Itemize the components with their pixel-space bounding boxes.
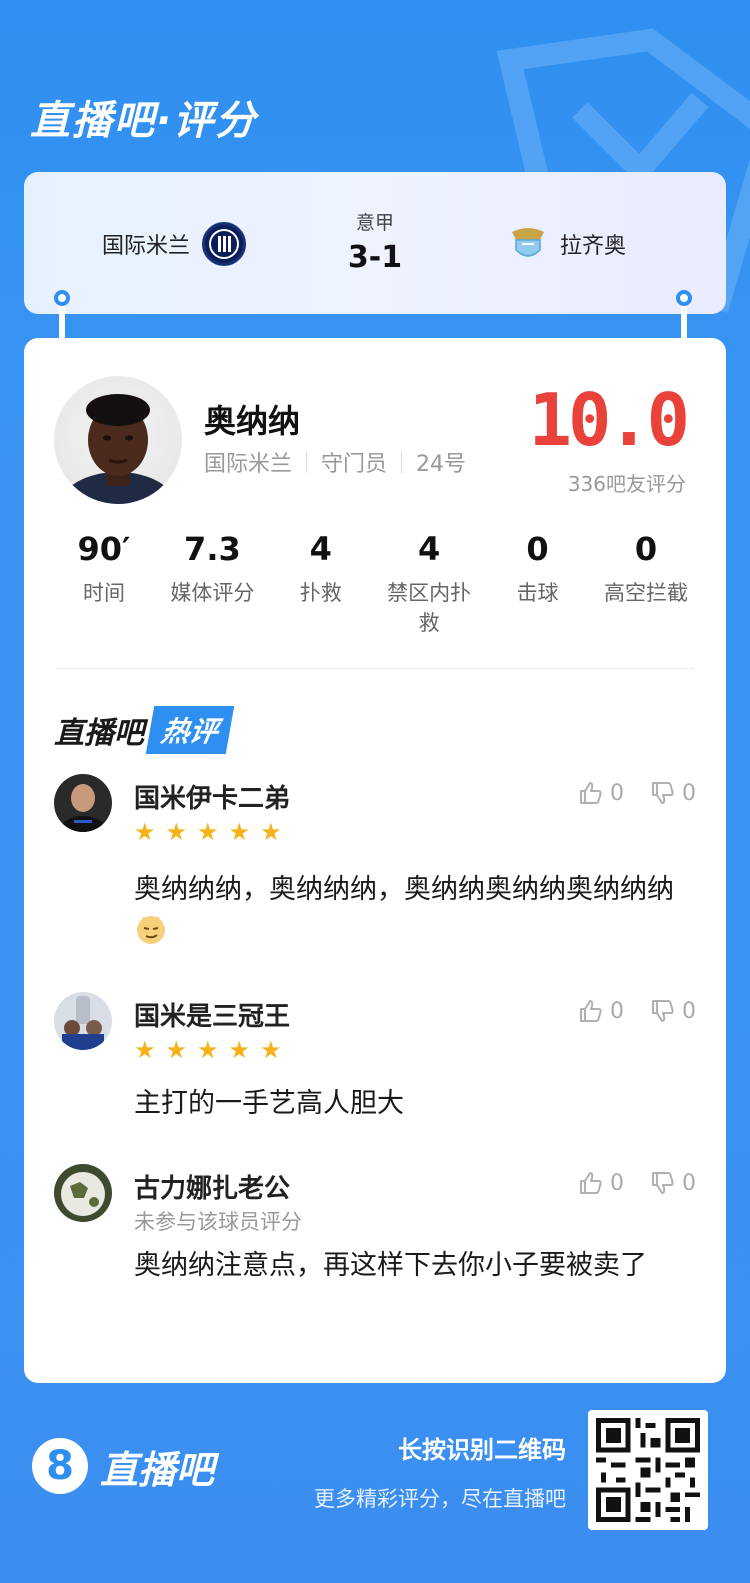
comment-actions: 0 0: [578, 998, 696, 1024]
player-rating: 10.0: [528, 378, 690, 462]
thumbs-down-icon: [652, 1172, 674, 1194]
hot-tag: 热评: [145, 706, 235, 754]
comment-text: 主打的一手艺高人胆大: [134, 1088, 404, 1119]
like-count: 0: [610, 1170, 624, 1196]
star-icon: ★: [260, 1036, 282, 1064]
qr-code-icon: [596, 1418, 700, 1522]
stat-time: 90′ 时间: [54, 530, 154, 638]
connector-dot: [676, 290, 692, 306]
stat-value: 4: [418, 530, 441, 568]
comment-actions: 0 0: [578, 780, 696, 806]
like-button[interactable]: 0: [578, 998, 624, 1024]
not-rated-note: 未参与该球员评分: [134, 1210, 302, 1234]
smirk-emoji-icon: [134, 912, 168, 960]
star-icon: ★: [197, 1036, 219, 1064]
logo-mark: 8: [32, 1438, 88, 1494]
thumbs-up-icon: [580, 1000, 602, 1022]
star-rating: ★ ★ ★ ★ ★: [134, 820, 282, 844]
brand-logo: 8 直播吧: [32, 1438, 214, 1494]
qr-code[interactable]: [588, 1410, 708, 1530]
cta-subtitle: 更多精彩评分，尽在直播吧: [314, 1487, 566, 1511]
lazio-badge-icon: [511, 228, 544, 257]
hot-comments-heading: 直播吧 热评: [54, 706, 235, 754]
thumbs-down-icon: [652, 1000, 674, 1022]
hot-brand: 直播吧: [54, 716, 144, 751]
like-button[interactable]: 0: [578, 780, 624, 806]
thumbs-up-icon: [580, 1172, 602, 1194]
comment-username[interactable]: 国米伊卡二弟: [134, 778, 290, 815]
stats-row: 90′ 时间 7.3 媒体评分 4 扑救 4 禁区内扑救 0 击球 0 高空拦截: [54, 530, 696, 638]
user-avatar[interactable]: [54, 774, 112, 832]
stat-value: 7.3: [184, 530, 241, 568]
away-team[interactable]: 拉齐奥: [508, 222, 626, 266]
connector-dot: [54, 290, 70, 306]
like-count: 0: [610, 780, 624, 806]
star-icon: ★: [197, 818, 219, 846]
comment-text: 奥纳纳纳，奥纳纳纳，奥纳纳奥纳纳奥纳纳纳: [134, 868, 694, 960]
star-rating: ★ ★ ★ ★ ★: [134, 1038, 282, 1062]
stat-high-claims: 0 高空拦截: [596, 530, 696, 638]
dislike-count: 0: [682, 1170, 696, 1196]
star-icon: ★: [134, 1036, 156, 1064]
stat-punches: 0 击球: [488, 530, 588, 638]
stat-label: 媒体评分: [170, 581, 255, 605]
star-icon: ★: [134, 818, 156, 846]
player-position: 守门员: [321, 452, 388, 477]
qr-cta: 长按识别二维码 更多精彩评分，尽在直播吧: [314, 1430, 566, 1513]
like-button[interactable]: 0: [578, 1170, 624, 1196]
comment-username[interactable]: 国米是三冠王: [134, 996, 290, 1033]
star-icon: ★: [260, 818, 282, 846]
dislike-count: 0: [682, 780, 696, 806]
stat-value: 0: [634, 530, 658, 568]
dislike-count: 0: [682, 998, 696, 1024]
stat-value: 4: [309, 530, 332, 568]
stat-box-saves: 4 禁区内扑救: [379, 530, 479, 638]
rating-count: 336吧友评分: [567, 472, 686, 496]
user-avatar[interactable]: [54, 1164, 112, 1222]
user-avatar[interactable]: [54, 992, 112, 1050]
player-team: 国际米兰: [204, 452, 293, 477]
comment-text-content: 奥纳纳纳，奥纳纳纳，奥纳纳奥纳纳奥纳纳纳: [134, 874, 674, 905]
player-meta: 国际米兰 守门员 24号: [204, 446, 466, 478]
comment-item: 国米伊卡二弟 ★ ★ ★ ★ ★ 奥纳纳纳，奥纳纳纳，奥纳纳奥纳纳奥纳纳纳 0 …: [54, 774, 696, 954]
star-icon: ★: [165, 818, 188, 846]
meta-divider: [401, 451, 403, 473]
logo-text: 直播吧: [100, 1447, 215, 1492]
comment-text: 奥纳纳注意点，再这样下去你小子要被卖了: [134, 1250, 647, 1281]
stat-saves: 4 扑救: [271, 530, 371, 638]
stat-label: 高空拦截: [603, 581, 688, 605]
player-rating-card: 奥纳纳 国际米兰 守门员 24号 10.0 336吧友评分 90′ 时间 7.3…: [24, 338, 726, 1383]
player-number: 24号: [416, 452, 467, 477]
comment-actions: 0 0: [578, 1170, 696, 1196]
comment-username[interactable]: 古力娜扎老公: [134, 1168, 290, 1205]
dislike-button[interactable]: 0: [650, 780, 696, 806]
dislike-button[interactable]: 0: [650, 998, 696, 1024]
section-divider: [56, 668, 694, 669]
comment-item: 古力娜扎老公 未参与该球员评分 奥纳纳注意点，再这样下去你小子要被卖了 0 0: [54, 1164, 696, 1344]
cta-title: 长按识别二维码: [398, 1436, 566, 1464]
star-icon: ★: [165, 1036, 188, 1064]
player-avatar[interactable]: [54, 376, 182, 504]
dislike-button[interactable]: 0: [650, 1170, 696, 1196]
page-title: 直播吧·评分: [30, 98, 258, 144]
star-icon: ★: [228, 1036, 251, 1064]
star-icon: ★: [228, 818, 251, 846]
stat-label: 时间: [83, 581, 125, 605]
player-name: 奥纳纳: [204, 402, 301, 440]
stat-label: 击球: [516, 581, 559, 605]
meta-divider: [306, 451, 308, 473]
thumbs-up-icon: [580, 782, 602, 804]
stat-value: 0: [526, 530, 549, 568]
comment-item: 国米是三冠王 ★ ★ ★ ★ ★ 主打的一手艺高人胆大 0 0: [54, 992, 696, 1122]
thumbs-down-icon: [652, 782, 674, 804]
stat-media-rating: 7.3 媒体评分: [162, 530, 262, 638]
match-card: 国际米兰 意甲 3-1 拉齐奥: [24, 172, 726, 314]
away-team-name: 拉齐奥: [559, 234, 626, 259]
stat-value: 90′: [77, 530, 131, 568]
like-count: 0: [610, 998, 624, 1024]
stat-label: 禁区内扑救: [387, 581, 472, 635]
stat-label: 扑救: [299, 581, 342, 605]
